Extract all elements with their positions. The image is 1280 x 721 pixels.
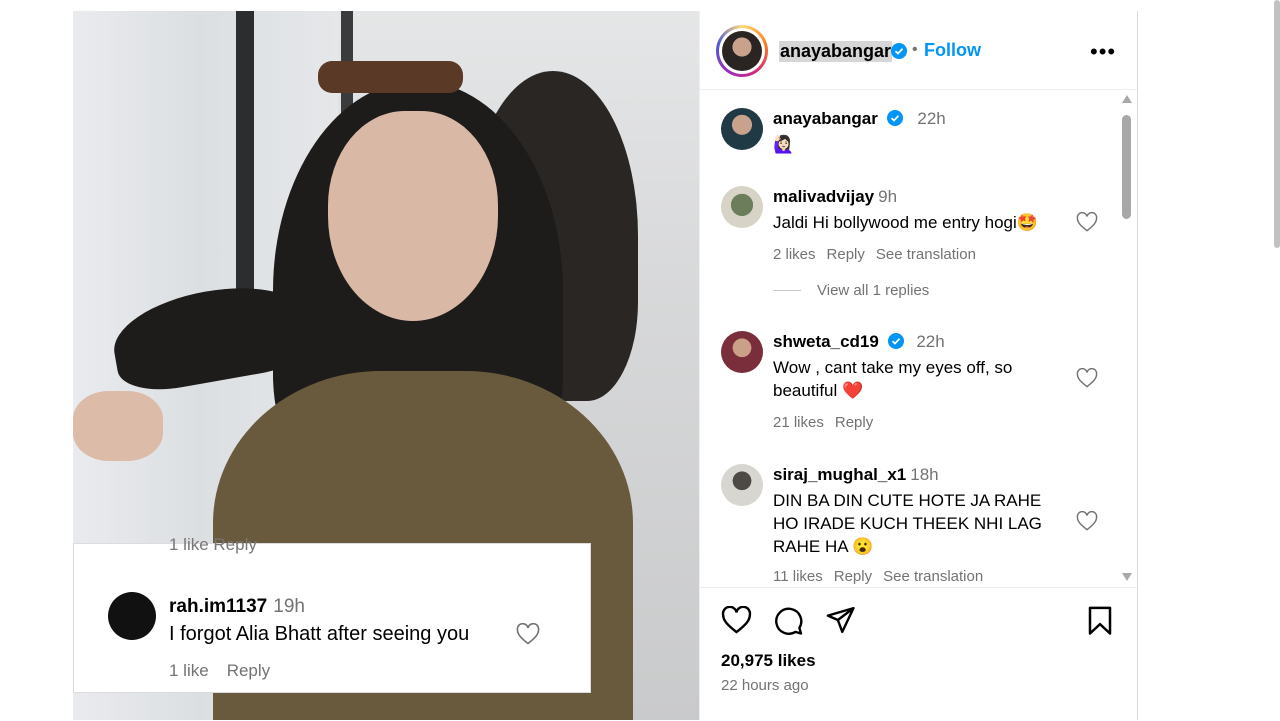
scroll-up-arrow[interactable] [1122,95,1132,103]
comments-list[interactable]: anayabangar 22h 🙋🏻‍♀️ malivadvijay 9h Jal… [700,90,1137,587]
comment-time: 19h [273,596,305,617]
overlay-cut-meta: 1 like Reply [169,535,257,554]
comment-text: DIN BA DIN CUTE HOTE JA RAHE HO IRADE KU… [773,491,1042,556]
photo-sunglasses [318,61,463,93]
comment-username[interactable]: malivadvijay 9h [773,187,897,207]
see-translation-button[interactable]: See translation [876,246,976,263]
comment-likes[interactable]: 2 likes [773,246,816,263]
avatar[interactable] [721,331,763,373]
photo-face [328,111,498,321]
likes-count[interactable]: 20,975 likes [721,651,816,671]
comment-username-text[interactable]: siraj_mughal_x1 [773,465,906,484]
comment-meta: 2 likes Reply See translation [773,246,987,263]
comment-username-text[interactable]: shweta_cd19 [773,332,879,351]
comment-username[interactable]: shweta_cd19 22h [773,332,945,352]
verified-badge-icon [886,110,903,126]
overlay-comment-card: 1 like Reply rah.im1137 19h I forgot Alia… [73,535,591,693]
header-username[interactable]: anayabangar [779,41,893,62]
separator-dot: • [912,41,918,58]
comment-username[interactable]: rah.im1137 19h [169,596,305,618]
comment-text: Wow , cant take my eyes off, so beautifu… [773,358,1013,400]
comment-text: I forgot Alia Bhatt after seeing you [169,623,470,645]
verified-badge-icon [891,43,907,59]
comment-text: Jaldi Hi bollywood me entry hogi🤩 [773,213,1038,232]
heart-icon[interactable] [516,623,540,645]
post-actions: 20,975 likes 22 hours ago [700,587,1137,721]
comment-username-text[interactable]: rah.im1137 [169,596,267,617]
comment-meta: 1 like Reply [169,661,288,681]
avatar[interactable] [721,464,763,506]
comment-time: 18h [910,465,939,484]
reply-button[interactable]: Reply [827,246,865,263]
photo-arm [73,391,163,461]
avatar[interactable] [108,592,156,640]
comment-time: 22h [916,332,945,351]
scroll-thumb[interactable] [1122,115,1131,219]
heart-icon[interactable] [1076,212,1098,232]
heart-icon[interactable] [721,606,752,634]
follow-button[interactable]: Follow [924,40,981,61]
bookmark-icon[interactable] [1087,606,1113,636]
photo-frame-bar [236,11,254,311]
heart-icon[interactable] [1076,368,1098,388]
comment-username-text[interactable]: malivadvijay [773,187,874,206]
avatar[interactable] [721,186,763,228]
reply-button[interactable]: Reply [227,661,270,680]
caption-time: 22h [917,109,946,128]
share-icon[interactable] [826,606,856,634]
avatar[interactable] [721,108,763,150]
caption-username-text[interactable]: anayabangar [773,109,878,128]
heart-icon[interactable] [1076,511,1098,531]
comment-meta: 11 likes Reply See translation [773,568,994,585]
more-icon[interactable]: ••• [1090,39,1116,65]
avatar[interactable] [716,25,768,77]
comment-likes[interactable]: 21 likes [773,414,824,431]
post-header: anayabangar • Follow ••• [700,11,1137,90]
replies-divider [773,290,801,291]
view-replies-button[interactable]: View all 1 replies [817,282,929,299]
post-panel: anayabangar • Follow ••• anayabangar 22h… [699,11,1138,720]
comment-icon[interactable] [773,606,804,636]
comment-likes[interactable]: 11 likes [773,568,823,585]
post-timestamp: 22 hours ago [721,677,809,694]
reply-button[interactable]: Reply [834,568,872,585]
caption-text: 🙋🏻‍♀️ [773,135,795,154]
see-translation-button[interactable]: See translation [883,568,983,585]
caption-username[interactable]: anayabangar 22h [773,109,946,129]
comment-likes[interactable]: 1 like [169,661,209,680]
comment-username[interactable]: siraj_mughal_x1 18h [773,465,939,485]
comment-meta: 21 likes Reply [773,414,884,431]
reply-button[interactable]: Reply [835,414,873,431]
page-scrollbar[interactable] [1274,0,1280,248]
scroll-down-arrow[interactable] [1122,573,1132,581]
verified-badge-icon [887,333,904,349]
comment-time: 9h [878,187,898,206]
comments-scrollbar[interactable] [1120,95,1134,589]
